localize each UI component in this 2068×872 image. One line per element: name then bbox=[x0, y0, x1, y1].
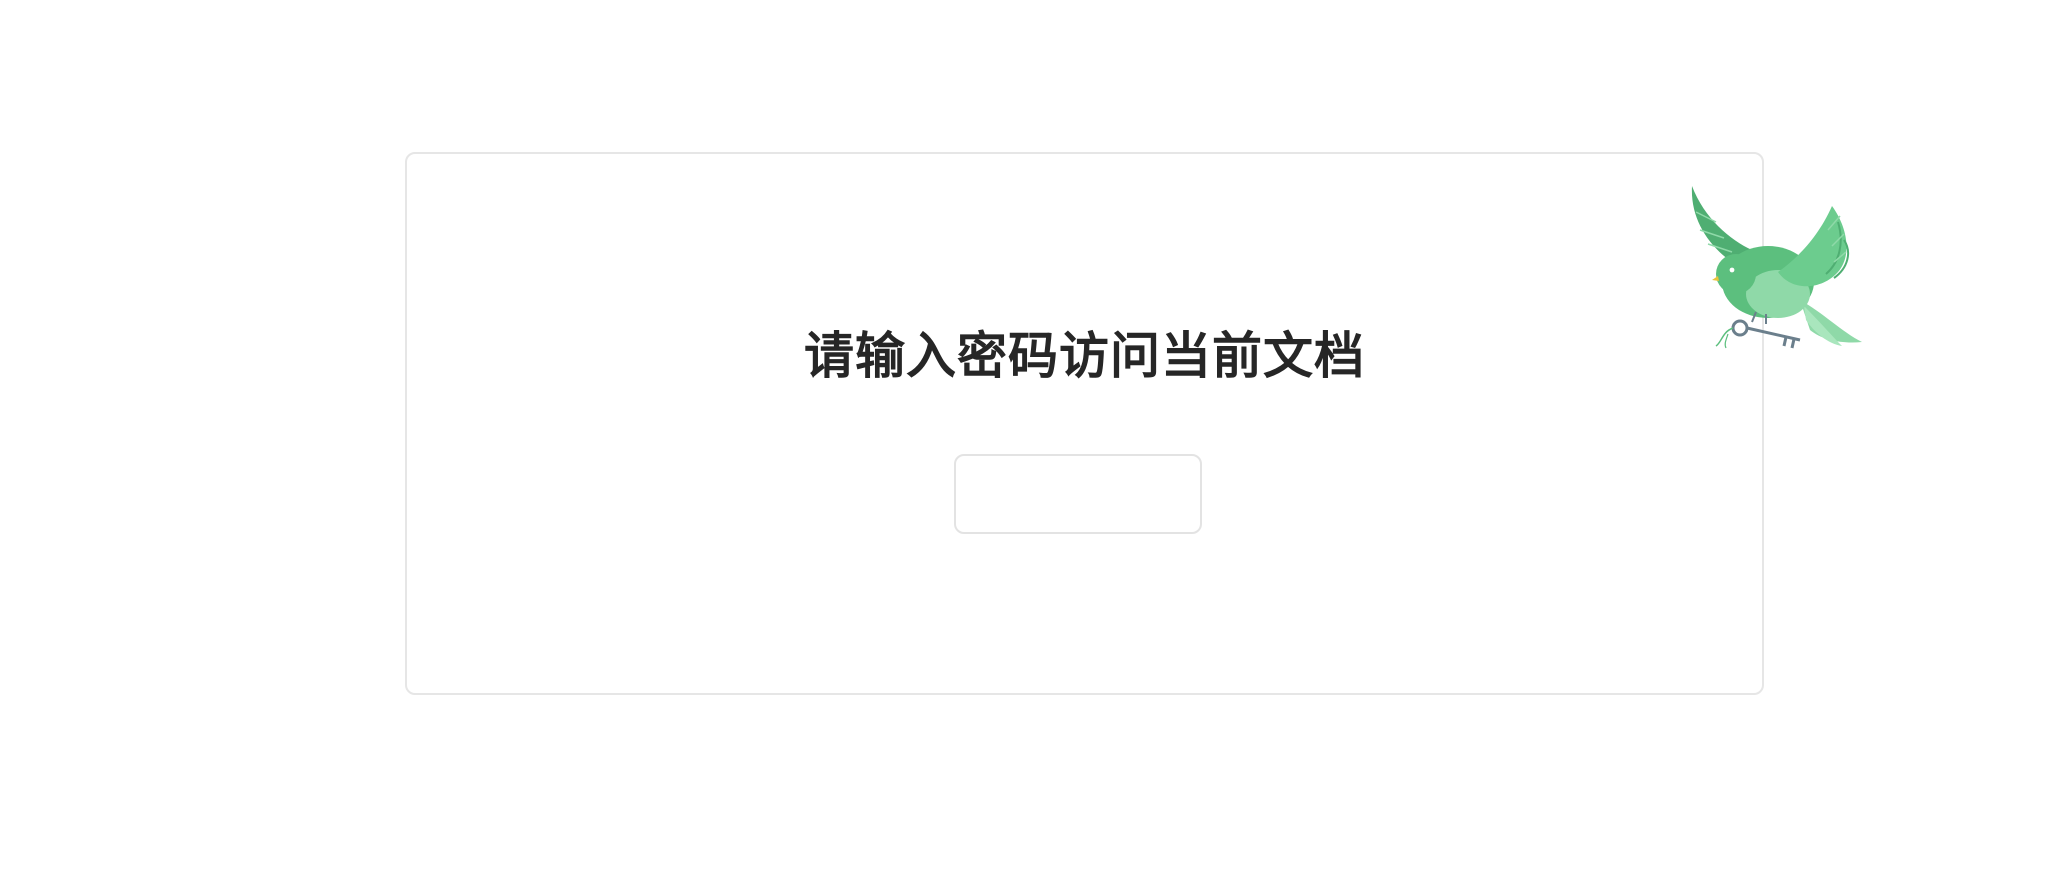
bird-with-key-icon bbox=[1691, 186, 1862, 349]
password-input[interactable] bbox=[954, 454, 1202, 534]
password-card: 请输入密码访问当前文档 bbox=[405, 152, 1764, 695]
password-page: 请输入密码访问当前文档 bbox=[0, 0, 2068, 872]
page-title: 请输入密码访问当前文档 bbox=[804, 327, 1365, 385]
